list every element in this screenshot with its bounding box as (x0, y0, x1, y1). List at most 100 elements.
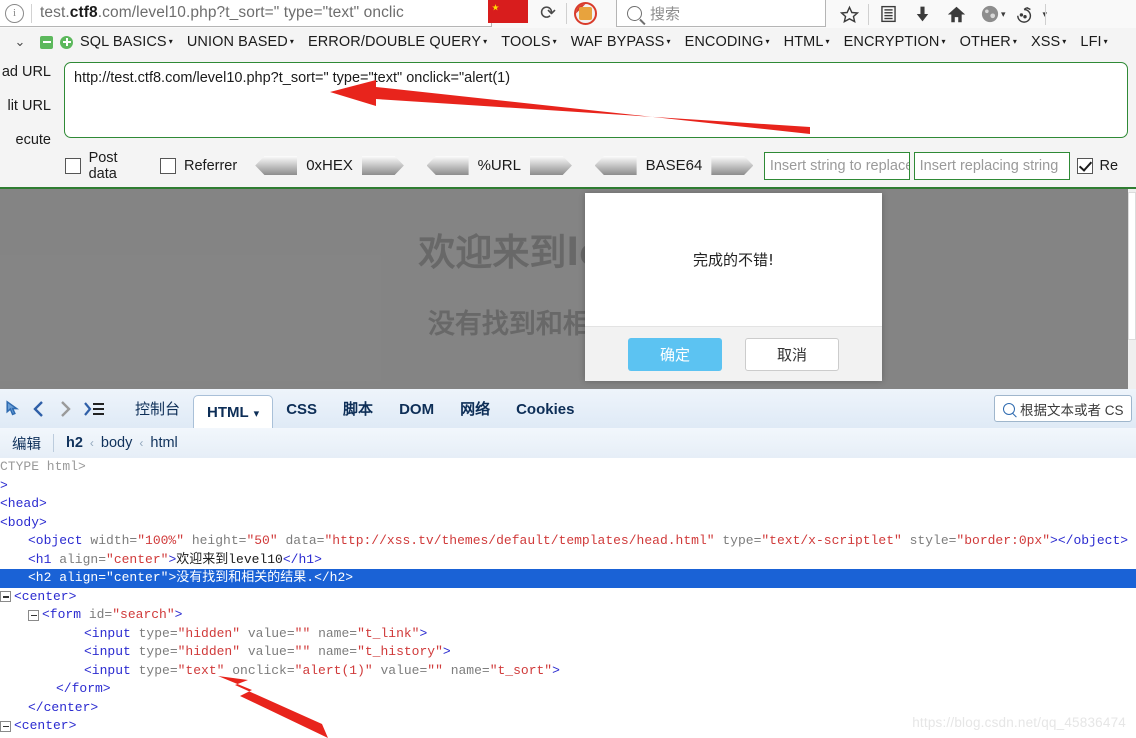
chevron-down-icon[interactable]: ▾ (941, 37, 945, 46)
code-token: > (552, 662, 560, 678)
hackbar-menu-union-based[interactable]: UNION BASED ▾ (187, 34, 294, 50)
code-line[interactable]: > (0, 477, 1136, 496)
hackbar-menu-encryption[interactable]: ENCRYPTION ▾ (844, 34, 946, 50)
chevron-down-icon[interactable]: ▾ (290, 37, 294, 46)
devtools-search-input[interactable]: 根据文本或者 CS (994, 395, 1132, 422)
tab-dom[interactable]: DOM (386, 389, 447, 428)
chevron-down-icon[interactable]: ▾ (766, 37, 770, 46)
code-line[interactable]: <h2 align="center">没有找到和相关的结果.</h2> (0, 569, 1136, 588)
confirm-button[interactable]: 确定 (628, 337, 722, 371)
code-line[interactable]: <center> (0, 588, 1136, 607)
url-textarea[interactable]: http://test.ctf8.com/level10.php?t_sort=… (64, 62, 1128, 138)
chevron-down-icon[interactable]: ▾ (1013, 37, 1017, 46)
breadcrumb-item-body[interactable]: body (101, 435, 132, 451)
html-source-view[interactable]: CTYPE html> > <head> <body> <object width="1… (0, 458, 1136, 738)
code-token: <center> (14, 588, 77, 604)
hex-encode-arrow-icon[interactable] (361, 156, 404, 175)
hackbar-menu-lfi[interactable]: LFI ▾ (1080, 34, 1107, 50)
hackbar-plus-icon[interactable] (60, 35, 73, 49)
url-encode-arrow-icon[interactable] (529, 156, 572, 175)
expand-panel-icon[interactable] (78, 396, 110, 422)
address-bar[interactable]: i test.ctf8.com/level10.php?t_sort=" typ… (0, 0, 492, 27)
reload-icon[interactable]: ⟳ (536, 2, 560, 26)
chevron-down-icon[interactable]: ▾ (826, 37, 830, 46)
bookmark-star-icon[interactable] (832, 1, 866, 27)
hackbar-minus-icon[interactable] (40, 35, 53, 49)
execute-button[interactable]: ecute (16, 132, 51, 148)
hackbar-menu-html[interactable]: HTML ▾ (784, 34, 830, 50)
breadcrumb-item-h2[interactable]: h2 (66, 435, 83, 451)
download-icon[interactable] (905, 1, 939, 27)
hackbar-menu-xss[interactable]: XSS ▾ (1031, 34, 1066, 50)
code-token: </center> (28, 699, 99, 715)
breadcrumb-item-html[interactable]: html (150, 435, 177, 451)
search-bar[interactable]: 搜索 (616, 0, 826, 27)
replace-from-input[interactable]: Insert string to replace (763, 151, 911, 180)
noscript-icon[interactable] (574, 2, 597, 25)
split-url-button[interactable]: lit URL (7, 98, 51, 114)
code-token: "search" (112, 607, 175, 622)
code-line[interactable]: <form id="search"> (0, 606, 1136, 625)
tab-html[interactable]: HTML ▾ (193, 395, 274, 428)
code-line[interactable]: <body> (0, 514, 1136, 533)
hackbar-menu-sql-basics[interactable]: SQL BASICS ▾ (80, 34, 173, 50)
tab-cookies[interactable]: Cookies (503, 389, 587, 428)
back-arrow-icon[interactable] (26, 396, 52, 422)
reader-icon[interactable] (871, 1, 905, 27)
tab-script[interactable]: 脚本 (330, 389, 386, 428)
replace-checkbox[interactable] (1077, 157, 1094, 174)
code-line[interactable]: <object width="100%" height="50" data="h… (0, 532, 1136, 551)
page-scrollbar-thumb[interactable] (1128, 192, 1136, 340)
account-chevron-down-icon[interactable]: ▾ (1001, 9, 1006, 20)
chevron-down-icon[interactable]: ▾ (1062, 37, 1066, 46)
hackbar-menu-error-double-query[interactable]: ERROR/DOUBLE QUERY ▾ (308, 34, 487, 50)
collapse-toggle-icon[interactable] (28, 609, 39, 621)
collapse-toggle-icon[interactable] (0, 591, 11, 602)
chevron-down-icon[interactable]: ▾ (169, 37, 173, 46)
base64-decode-arrow-icon[interactable] (594, 156, 637, 175)
code-line[interactable]: <input type="hidden" value="" name="t_li… (0, 625, 1136, 644)
hackbar-menu-other[interactable]: OTHER ▾ (960, 34, 1017, 50)
edit-button[interactable]: 编辑 (0, 433, 53, 454)
code-line[interactable]: <head> (0, 495, 1136, 514)
forward-arrow-icon[interactable] (52, 396, 78, 422)
code-line[interactable]: </form> (0, 680, 1136, 699)
hackbar-menu-label: WAF BYPASS (570, 34, 665, 50)
chevron-down-icon[interactable]: ▾ (1104, 37, 1108, 46)
hackbar-menu-label: LFI (1080, 34, 1102, 50)
collapse-toggle-icon[interactable] (0, 720, 11, 732)
tab-console[interactable]: 控制台 (122, 389, 193, 428)
code-token: "" (294, 625, 311, 641)
inspector-picker-icon[interactable] (0, 396, 26, 422)
base64-encode-arrow-icon[interactable] (711, 156, 754, 175)
code-line[interactable]: <h1 align="center">欢迎来到level10</h1> (0, 551, 1136, 570)
replace-to-input[interactable]: Insert replacing string (913, 151, 1071, 180)
code-token: value= (372, 662, 428, 678)
referrer-checkbox[interactable] (160, 157, 177, 174)
code-line[interactable]: <input type="hidden" value="" name="t_hi… (0, 643, 1136, 662)
load-url-button[interactable]: ad URL (2, 64, 51, 80)
chevron-down-icon[interactable]: ▾ (666, 37, 670, 46)
watermark: https://blog.csdn.net/qq_45836474 (912, 715, 1126, 730)
site-info-icon[interactable]: i (5, 3, 24, 23)
cancel-button[interactable]: 取消 (745, 337, 839, 371)
tab-network[interactable]: 网络 (447, 389, 503, 428)
hackbar-menu-tools[interactable]: TOOLS ▾ (501, 34, 557, 50)
cookie-icon[interactable] (1008, 1, 1042, 27)
hex-decode-arrow-icon[interactable] (255, 156, 298, 175)
hackbar-menu-encoding[interactable]: ENCODING ▾ (685, 34, 770, 50)
tab-css[interactable]: CSS (273, 389, 330, 428)
code-token: <form (42, 607, 82, 622)
hackbar-menu-waf-bypass[interactable]: WAF BYPASS ▾ (571, 34, 671, 50)
tab-html-chevron-down-icon[interactable]: ▾ (254, 408, 260, 420)
home-icon[interactable] (939, 1, 973, 27)
chevron-down-icon[interactable]: ▾ (483, 37, 487, 46)
url-prefix: test. (40, 4, 70, 21)
chevron-down-icon[interactable]: ▾ (553, 37, 557, 46)
code-token: "text" (177, 662, 225, 678)
post-data-checkbox[interactable] (64, 157, 81, 174)
code-line[interactable]: <input type="text" onclick="alert(1)" va… (0, 662, 1136, 681)
url-decode-arrow-icon[interactable] (426, 156, 469, 175)
code-line[interactable]: CTYPE html> (0, 458, 1136, 477)
hackbar-collapse-chevron-icon[interactable]: ⌄ (0, 34, 40, 50)
